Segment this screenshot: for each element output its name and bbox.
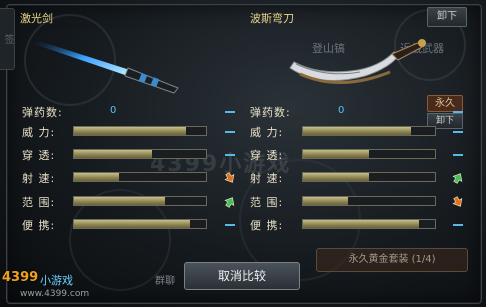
stat-bar-left xyxy=(73,149,207,159)
permanent-badge: 永久 xyxy=(427,95,463,112)
logo-4399: 4399 xyxy=(2,270,39,285)
equal-dash-icon xyxy=(453,131,463,133)
stat-label-right: 弹药数: xyxy=(250,106,291,119)
stat-bar-right-fill xyxy=(303,150,369,158)
stat-label-left: 便 携: xyxy=(22,219,56,232)
stat-label-left: 穿 透: xyxy=(22,149,56,162)
equal-dash-icon xyxy=(225,131,235,133)
right-weapon-name: 波斯弯刀 xyxy=(250,12,294,25)
stat-label-left: 威 力: xyxy=(22,126,56,139)
logo-url: www.4399.com xyxy=(20,289,90,299)
stat-bar-right-fill xyxy=(303,173,369,181)
cancel-compare-button[interactable]: 取消比较 xyxy=(184,262,300,290)
equal-dash-icon xyxy=(225,154,235,156)
arrow-down-icon xyxy=(223,170,237,184)
stat-bar-right xyxy=(302,172,436,182)
stat-bar-left xyxy=(73,219,207,229)
stat-bar-right-fill xyxy=(303,220,420,228)
stat-label-left: 弹药数: xyxy=(22,106,63,119)
ammo-value-right: 0 xyxy=(338,105,345,116)
stat-bar-left-fill xyxy=(74,150,152,158)
gold-set-label: 永久黄金套装 (1/4) xyxy=(316,248,468,272)
unload-button-top[interactable]: 卸下 xyxy=(427,7,467,27)
sign-in-tab-label-1: 签 xyxy=(2,34,13,44)
stat-bar-left xyxy=(73,126,207,136)
stat-label-left: 范 围: xyxy=(22,196,56,209)
arrow-up-icon xyxy=(223,194,237,208)
equal-dash-icon xyxy=(225,111,235,113)
stat-bar-left-fill xyxy=(74,197,166,205)
equal-dash-icon xyxy=(453,154,463,156)
chat-ghost: 群聊 xyxy=(155,276,175,287)
stat-label-right: 威 力: xyxy=(250,126,284,139)
stat-label-right: 穿 透: xyxy=(250,149,284,162)
equal-dash-icon xyxy=(453,111,463,113)
stat-label-right: 范 围: xyxy=(250,196,284,209)
stat-label-left: 射 速: xyxy=(22,172,56,185)
stat-bar-right xyxy=(302,126,436,136)
ammo-value-left: 0 xyxy=(110,105,117,116)
equal-dash-icon xyxy=(225,224,235,226)
laser-sword-icon xyxy=(34,40,179,94)
stat-bar-right xyxy=(302,149,436,159)
left-weapon-name: 激光剑 xyxy=(20,12,53,25)
stat-bar-left-fill xyxy=(74,173,119,181)
arrow-up-icon xyxy=(451,170,465,184)
stat-bar-left xyxy=(73,196,207,206)
stat-bar-left xyxy=(73,172,207,182)
sign-in-tab[interactable]: 签 到 xyxy=(0,8,15,70)
stat-bar-left-fill xyxy=(74,127,187,135)
stat-bar-right xyxy=(302,219,436,229)
logo-subtitle: 小游戏 xyxy=(40,274,73,287)
stat-bar-right xyxy=(302,196,436,206)
persian-scimitar-icon xyxy=(289,39,426,84)
stat-bar-right-fill xyxy=(303,127,412,135)
stat-label-right: 便 携: xyxy=(250,219,284,232)
stat-bar-right-fill xyxy=(303,197,348,205)
stat-label-right: 射 速: xyxy=(250,172,284,185)
stat-bar-left-fill xyxy=(74,220,191,228)
arrow-down-icon xyxy=(451,194,465,208)
weapon-compare-panel: 签 到 激光剑 波斯弯刀 卸下 登山镐 近战武器 永久 卸下 4399小游戏 永… xyxy=(0,0,486,307)
equal-dash-icon xyxy=(453,224,463,226)
